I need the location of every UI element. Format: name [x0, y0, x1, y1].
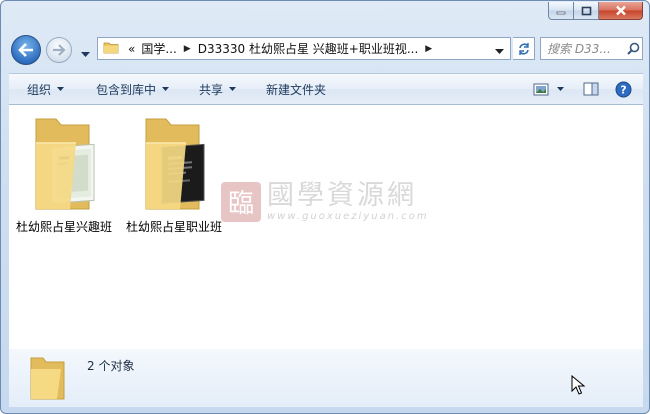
include-in-library-button[interactable]: 包含到库中: [74, 74, 179, 104]
address-bar[interactable]: « 国学... ▶ D33330 杜幼熙占星 兴趣班+职业班视... ▶: [97, 37, 511, 60]
view-icon: [533, 83, 549, 95]
chevron-down-icon: [556, 87, 564, 91]
forward-button[interactable]: [46, 37, 72, 63]
chevron-down-icon: [57, 87, 65, 91]
breadcrumb-separator-icon[interactable]: ▶: [180, 44, 195, 54]
minimize-button[interactable]: [548, 2, 574, 20]
breadcrumb-item-current[interactable]: D33330 杜幼熙占星 兴趣班+职业班视...: [195, 40, 422, 57]
share-button[interactable]: 共享: [179, 74, 246, 104]
organize-label: 组织: [27, 82, 52, 97]
recent-pages-dropdown[interactable]: [81, 47, 90, 61]
caption-buttons: [548, 2, 643, 20]
watermark: 臨 國學資源網 www.guoxueziyuan.com: [221, 181, 429, 222]
help-icon: ?: [615, 81, 631, 97]
svg-text:?: ?: [620, 83, 626, 96]
change-view-button[interactable]: [529, 78, 553, 100]
refresh-icon: [518, 42, 529, 55]
item-count: 2 个对象: [87, 359, 135, 373]
file-list: 杜幼熙占星兴趣班 杜幼熙占星职业班 臨 國學資源網 www.guoxueziyu…: [9, 105, 643, 350]
folder-item[interactable]: 杜幼熙占星职业班: [121, 113, 227, 235]
navigation-bar: « 国学... ▶ D33330 杜幼熙占星 兴趣班+职业班视... ▶ 搜索 …: [9, 35, 643, 67]
view-controls: ?: [529, 78, 643, 100]
chevron-down-icon: [229, 87, 237, 91]
refresh-button[interactable]: [513, 37, 535, 60]
search-box[interactable]: 搜索 D33...: [540, 37, 643, 60]
watermark-url: www.guoxueziyuan.com: [267, 211, 429, 222]
address-dropdown-button[interactable]: [495, 44, 504, 58]
back-button[interactable]: [11, 35, 41, 65]
maximize-icon: [581, 6, 591, 15]
watermark-name: 國學資源網: [267, 180, 417, 211]
command-bar: 组织 包含到库中 共享 新建文件夹 ?: [9, 73, 643, 105]
maximize-button[interactable]: [574, 2, 599, 20]
preview-pane-icon: [583, 82, 599, 96]
breadcrumb: « 国学... ▶ D33330 杜幼熙占星 兴趣班+职业班视... ▶: [119, 40, 436, 57]
details-pane: 2 个对象: [9, 349, 643, 407]
minimize-icon: [556, 11, 566, 14]
preview-pane-button[interactable]: [577, 78, 605, 100]
folder-item[interactable]: 杜幼熙占星兴趣班: [11, 113, 117, 235]
breadcrumb-overflow[interactable]: «: [125, 42, 138, 56]
new-folder-label: 新建文件夹: [266, 82, 327, 97]
folder-label: 杜幼熙占星职业班: [125, 220, 222, 234]
close-button[interactable]: [599, 2, 643, 20]
watermark-seal: 臨: [221, 181, 261, 222]
search-icon[interactable]: [624, 42, 642, 55]
explorer-window: « 国学... ▶ D33330 杜幼熙占星 兴趣班+职业班视... ▶ 搜索 …: [0, 0, 650, 414]
breadcrumb-separator-icon[interactable]: ▶: [421, 44, 436, 54]
chevron-down-icon: [162, 87, 170, 91]
arrow-right-icon: [53, 44, 66, 56]
folder-icon: [35, 118, 95, 210]
new-folder-button[interactable]: 新建文件夹: [246, 74, 336, 104]
folder-label: 杜幼熙占星兴趣班: [15, 220, 112, 234]
folder-icon: [103, 40, 119, 57]
include-in-library-label: 包含到库中: [96, 82, 157, 97]
breadcrumb-item-guoxue[interactable]: 国学...: [138, 40, 179, 57]
close-icon: [615, 5, 626, 16]
organize-button[interactable]: 组织: [9, 74, 74, 104]
folder-icon: [145, 118, 205, 210]
mouse-cursor-icon: [571, 374, 586, 398]
search-input[interactable]: 搜索 D33...: [541, 40, 624, 57]
arrow-left-icon: [18, 43, 33, 57]
help-button[interactable]: ?: [609, 78, 637, 100]
share-label: 共享: [199, 82, 224, 97]
view-dropdown[interactable]: [553, 78, 567, 100]
folder-icon: [29, 355, 69, 404]
chevron-down-icon: [495, 49, 504, 54]
chevron-down-icon: [81, 52, 90, 57]
